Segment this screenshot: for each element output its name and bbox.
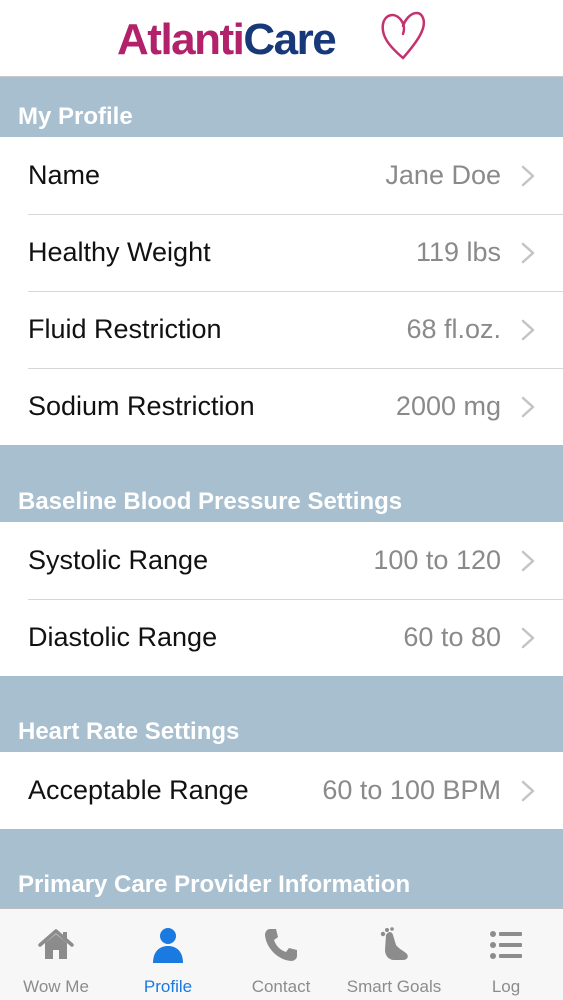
home-icon [38,929,74,959]
tab-smart-goals[interactable]: Smart Goals [338,909,450,1000]
row-value: Jane Doe [385,160,501,190]
section-title: Primary Care Provider Information [18,871,411,898]
person-icon [153,928,183,963]
section-title: My Profile [18,103,133,130]
section-title: Heart Rate Settings [18,718,240,745]
row-label: Acceptable Range [28,775,249,805]
row-sodium-restriction[interactable]: Sodium Restriction 2000 mg [0,368,563,445]
chevron-right-icon [521,165,535,187]
row-label: Fluid Restriction [28,314,222,344]
tab-label: Smart Goals [346,977,442,996]
tab-contact[interactable]: Contact [225,909,337,1000]
logo-part-1: At [117,15,162,64]
row-value: 2000 mg [395,391,501,421]
row-value: 100 to 120 [373,545,501,575]
row-name[interactable]: Name Jane Doe [0,137,563,214]
section-header-heart-rate: Heart Rate Settings [0,676,563,752]
heart-rate-group: Acceptable Range 60 to 100 BPM [0,752,563,829]
row-label: Healthy Weight [28,237,211,267]
row-acceptable-range[interactable]: Acceptable Range 60 to 100 BPM [0,752,563,829]
phone-icon [265,929,297,961]
row-fluid-restriction[interactable]: Fluid Restriction 68 fl.oz. [0,291,563,368]
tab-profile[interactable]: Profile [112,909,224,1000]
chevron-right-icon [521,242,535,264]
row-label: Sodium Restriction [28,391,255,421]
tab-label: Wow Me [23,977,89,996]
chevron-right-icon [521,780,535,802]
tab-log[interactable]: Log [450,909,562,1000]
atlanticare-logo: AtlantiCare [117,11,427,68]
tab-label: Log [491,977,521,996]
footprint-icon [380,927,408,960]
chevron-right-icon [521,396,535,418]
logo-part-2: lanti [160,15,244,64]
chevron-right-icon [521,627,535,649]
blood-pressure-group: Systolic Range 100 to 120 Diastolic Rang… [0,522,563,676]
list-icon [490,931,522,959]
app-screen: AtlantiCare My Profile Name Jane Doe Hea… [0,0,563,1000]
row-diastolic-range[interactable]: Diastolic Range 60 to 80 [0,599,563,676]
tab-bar: Wow Me Profile Contact Smart Goals Log [0,908,563,1000]
row-value: 60 to 100 BPM [322,775,501,805]
tab-wow-me[interactable]: Wow Me [0,909,112,1000]
logo-wordmark: AtlantiCare [117,15,337,64]
section-header-primary-care: Primary Care Provider Information [0,829,563,905]
row-healthy-weight[interactable]: Healthy Weight 119 lbs [0,214,563,291]
row-value: 119 lbs [415,237,501,267]
my-profile-group: Name Jane Doe Healthy Weight 119 lbs Flu… [0,137,563,445]
section-header-my-profile: My Profile [0,77,563,137]
chevron-right-icon [521,319,535,341]
section-header-blood-pressure: Baseline Blood Pressure Settings [0,445,563,522]
row-value: 60 to 80 [403,622,501,652]
row-label: Systolic Range [28,545,209,575]
heart-icon [381,11,426,60]
row-label: Diastolic Range [28,622,218,652]
app-header: AtlantiCare [0,0,563,77]
row-systolic-range[interactable]: Systolic Range 100 to 120 [0,522,563,599]
chevron-right-icon [521,550,535,572]
row-label: Name [28,160,101,190]
tab-label: Contact [251,977,311,996]
section-title: Baseline Blood Pressure Settings [18,488,403,515]
logo-part-3: Care [243,15,336,64]
tab-label: Profile [143,977,193,996]
row-value: 68 fl.oz. [406,314,501,344]
